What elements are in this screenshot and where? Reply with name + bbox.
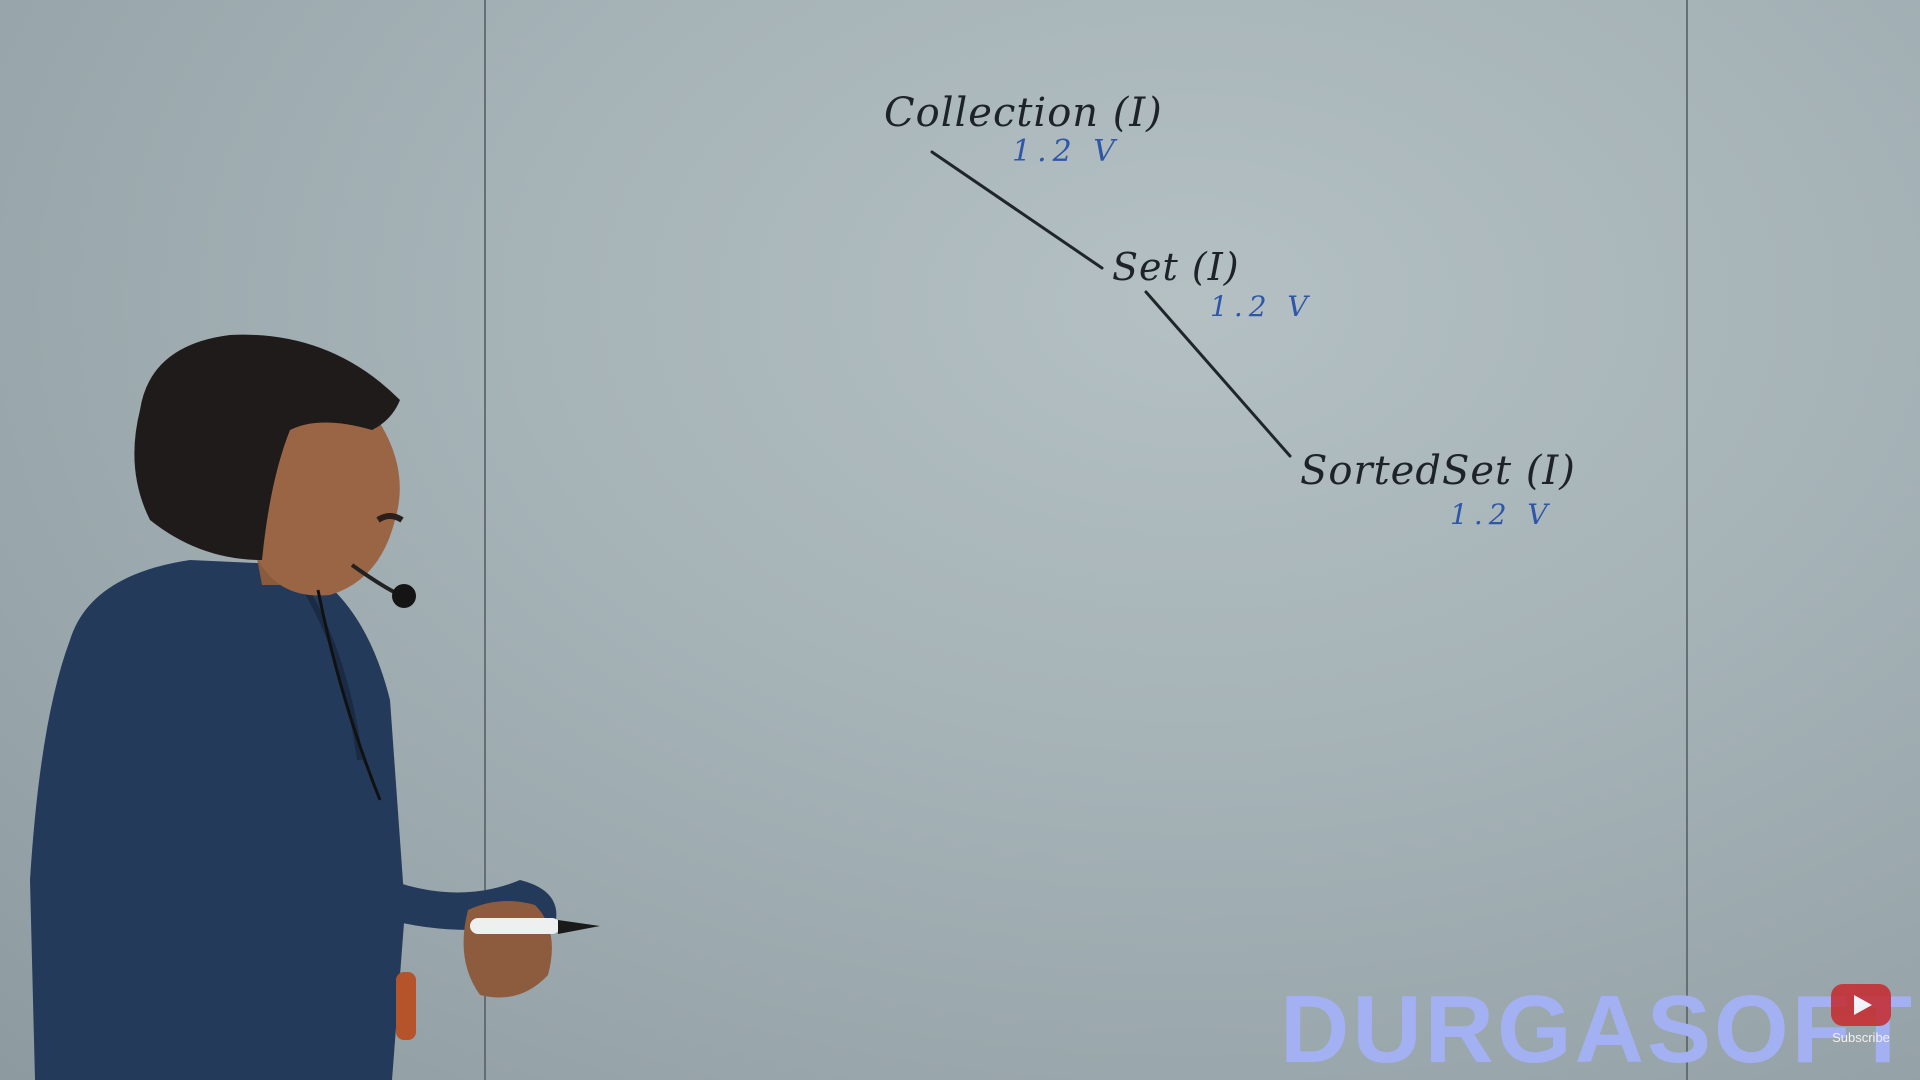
presenter-hand bbox=[463, 901, 552, 998]
presenter-shirt bbox=[30, 560, 405, 1080]
subscribe-label: Subscribe bbox=[1832, 1030, 1890, 1045]
marker-tip bbox=[558, 920, 600, 934]
microphone-icon bbox=[392, 584, 416, 608]
connector-collection-set bbox=[930, 150, 1104, 270]
node-sortedset-version: 1.2 V bbox=[1450, 498, 1554, 531]
node-sortedset-label: SortedSet (I) bbox=[1300, 448, 1576, 494]
video-frame: Collection (I) 1.2 V Set (I) 1.2 V Sorte… bbox=[0, 0, 1920, 1080]
whiteboard-drawing bbox=[30, 150, 1292, 1080]
node-collection-label: Collection (I) bbox=[884, 90, 1163, 136]
youtube-play-icon bbox=[1831, 984, 1891, 1026]
bracelet bbox=[396, 972, 416, 1040]
node-set-label: Set (I) bbox=[1112, 245, 1240, 289]
node-set-version: 1.2 V bbox=[1210, 290, 1314, 323]
node-collection-version: 1.2 V bbox=[1012, 134, 1121, 169]
subscribe-button[interactable]: Subscribe bbox=[1820, 984, 1902, 1045]
whiteboard-marker bbox=[470, 918, 560, 934]
presenter bbox=[30, 334, 600, 1080]
